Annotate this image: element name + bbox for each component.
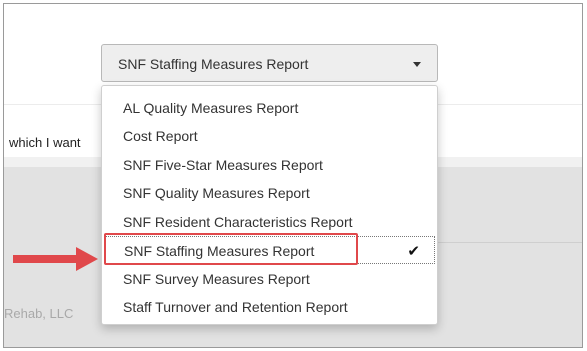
arrow-right-icon [76,247,98,271]
instruction-text: which I want [9,135,81,150]
checkmark-icon: ✔ [407,242,420,260]
option-staff-turnover-retention[interactable]: Staff Turnover and Retention Report [102,293,437,321]
option-snf-staffing-measures[interactable]: SNF Staffing Measures Report ✔ [105,236,435,264]
arrow-annotation-shaft [13,255,77,263]
screenshot-frame: which I want Rehab, LLC SNF Staffing Mea… [3,3,583,348]
report-type-select-value: SNF Staffing Measures Report [118,56,309,72]
report-type-select[interactable]: SNF Staffing Measures Report [101,44,438,82]
option-snf-survey-measures[interactable]: SNF Survey Measures Report [102,265,437,293]
option-snf-quality-measures[interactable]: SNF Quality Measures Report [102,179,437,207]
option-al-quality-measures[interactable]: AL Quality Measures Report [102,94,437,122]
option-snf-resident-characteristics[interactable]: SNF Resident Characteristics Report [102,208,437,236]
option-cost-report[interactable]: Cost Report [102,122,437,150]
caret-down-icon [413,62,421,67]
company-name: Rehab, LLC [4,306,74,321]
report-type-dropdown: AL Quality Measures Report Cost Report S… [101,85,438,325]
option-snf-five-star[interactable]: SNF Five-Star Measures Report [102,151,437,179]
